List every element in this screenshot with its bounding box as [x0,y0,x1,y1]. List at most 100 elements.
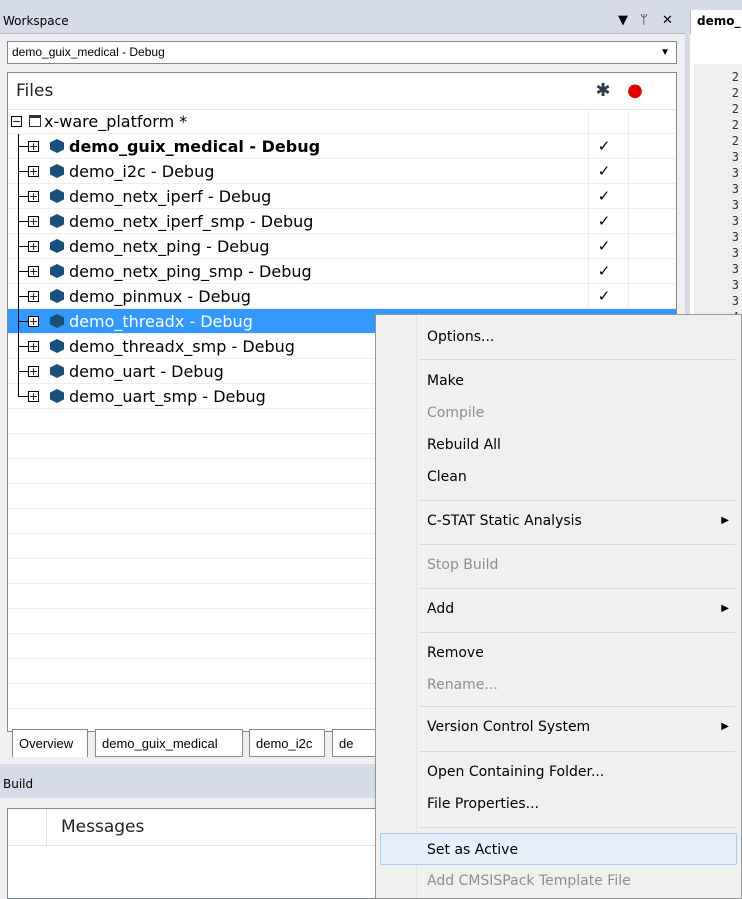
line-number: 3 [731,294,739,308]
expand-icon[interactable]: + [28,141,39,152]
tab-demo-i2c[interactable]: demo_i2c [249,729,325,757]
project-label: demo_netx_iperf - Debug [69,187,272,206]
editor-tab[interactable]: demo_ [690,10,742,34]
menu-item-label: Add CMSISPack Template File [427,873,631,889]
project-icon [50,314,64,328]
menu-item-label: Compile [427,405,485,421]
menu-separator [420,706,735,707]
menu-item-set-as-active[interactable]: Set as Active [380,833,737,865]
menu-item-label: Add [427,601,455,617]
menu-item-c-stat-static-analysis[interactable]: C-STAT Static Analysis ▶ [376,505,741,537]
line-number: 2 [731,102,739,116]
gear-icon[interactable]: ✱ [588,73,618,109]
project-icon [50,389,64,403]
menu-item-label: Clean [427,469,467,485]
menu-item-rename: Rename... [376,669,741,701]
check-icon: ✓ [597,162,611,180]
expand-icon[interactable]: + [28,316,39,327]
tree-root[interactable]: − x-ware_platform * [8,109,676,134]
tree-row-project[interactable]: + demo_netx_ping - Debug ✓ [8,234,676,259]
tree-connector [18,221,28,222]
project-icon [50,189,64,203]
tree-connector [18,346,28,347]
pin-icon[interactable]: ᛘ [640,10,648,32]
project-label: demo_netx_iperf_smp - Debug [69,212,314,231]
expand-icon[interactable]: + [28,391,39,402]
expand-icon[interactable]: + [28,291,39,302]
project-label: demo_netx_ping - Debug [69,237,270,256]
menu-separator [420,632,735,633]
configuration-value: demo_guix_medical - Debug [12,45,165,59]
line-number: 2 [731,118,739,132]
submenu-arrow-icon: ▶ [721,603,729,614]
line-number: 3 [731,166,739,180]
check-icon: ✓ [597,287,611,305]
project-label: demo_pinmux - Debug [69,287,251,306]
menu-separator [420,359,735,360]
tree-row-project[interactable]: + demo_guix_medical - Debug ✓ [8,134,676,159]
expand-icon[interactable]: + [28,216,39,227]
files-header: Files ✱ ● [8,73,676,110]
tree-row-project[interactable]: + demo_netx_iperf_smp - Debug ✓ [8,209,676,234]
project-label: demo_netx_ping_smp - Debug [69,262,312,281]
tree-connector [18,371,28,372]
menu-item-clean[interactable]: Clean [376,461,741,493]
menu-item-version-control-system[interactable]: Version Control System ▶ [376,711,741,743]
line-number: 3 [731,278,739,292]
tree-connector [18,321,28,322]
menu-item-compile: Compile [376,397,741,429]
menu-item-open-containing-folder[interactable]: Open Containing Folder... [376,756,741,788]
dropdown-arrow-icon[interactable]: ▼ [618,10,628,32]
context-menu: Options... Make Compile Rebuild All Clean C-S… [375,314,742,899]
tree-connector [18,146,28,147]
project-icon [50,289,64,303]
expand-icon[interactable]: + [28,166,39,177]
check-icon: ✓ [597,187,611,205]
tree-row-project[interactable]: + demo_i2c - Debug ✓ [8,159,676,184]
menu-item-add[interactable]: Add ▶ [376,593,741,625]
menu-item-label: Stop Build [427,557,499,573]
configuration-select[interactable]: demo_guix_medical - Debug ▼ [7,41,677,64]
workspace-icon [29,115,41,127]
expand-icon[interactable]: + [28,366,39,377]
line-number: 2 [731,70,739,84]
menu-separator [420,827,735,828]
menu-separator [420,751,735,752]
tab-demo-guix-medical[interactable]: demo_guix_medical [95,729,243,757]
line-number: 3 [731,214,739,228]
menu-separator [420,588,735,589]
tree-connector [18,271,28,272]
collapse-icon[interactable]: − [11,116,22,127]
project-label: demo_uart_smp - Debug [69,387,266,406]
project-label: demo_uart - Debug [69,362,224,381]
project-icon [50,139,64,153]
menu-item-label: Version Control System [427,719,591,735]
tab-overview[interactable]: Overview [12,729,88,757]
line-number: 3 [731,246,739,260]
tree-row-project[interactable]: + demo_pinmux - Debug ✓ [8,284,676,309]
close-icon[interactable]: ✕ [662,10,673,32]
line-number: 3 [731,262,739,276]
project-icon [50,264,64,278]
menu-item-rebuild-all[interactable]: Rebuild All [376,429,741,461]
expand-icon[interactable]: + [28,266,39,277]
line-number: 2 [731,134,739,148]
workspace-title: Workspace [3,14,69,28]
menu-item-label: C-STAT Static Analysis [427,513,582,529]
menu-item-stop-build: Stop Build [376,549,741,581]
expand-icon[interactable]: + [28,241,39,252]
error-dot-icon[interactable]: ● [620,73,650,109]
tree-row-project[interactable]: + demo_netx_iperf - Debug ✓ [8,184,676,209]
menu-item-options[interactable]: Options... [376,321,741,353]
menu-item-make[interactable]: Make [376,365,741,397]
tree-root-label: x-ware_platform * [44,112,188,131]
menu-item-label: Remove [427,645,484,661]
menu-item-remove[interactable]: Remove [376,637,741,669]
project-label: demo_threadx_smp - Debug [69,337,295,356]
menu-item-label: Open Containing Folder... [427,764,605,780]
check-icon: ✓ [597,237,611,255]
tree-row-project[interactable]: + demo_netx_ping_smp - Debug ✓ [8,259,676,284]
expand-icon[interactable]: + [28,341,39,352]
expand-icon[interactable]: + [28,191,39,202]
menu-item-file-properties[interactable]: File Properties... [376,788,741,820]
